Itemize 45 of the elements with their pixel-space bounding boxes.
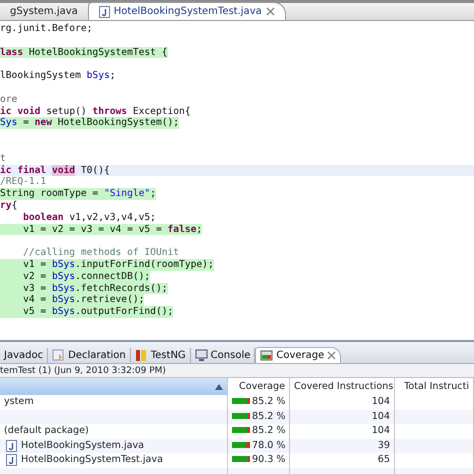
session-label: temTest (1) (Jun 9, 2010 3:32:09 PM) xyxy=(0,364,474,378)
console-icon xyxy=(194,349,208,362)
code-line: ic void setup() throws Exception{ xyxy=(0,106,191,118)
coverage-bar xyxy=(232,427,250,434)
coverage-value: 90.3 % xyxy=(252,454,286,465)
coverage-bar xyxy=(232,412,250,419)
view-tab[interactable]: TestNG xyxy=(130,348,191,363)
view-tab[interactable]: Declaration xyxy=(48,348,131,363)
code-line: rg.junit.Before; xyxy=(0,23,92,35)
code-line: ic final void T0(){ xyxy=(0,164,110,176)
coverage-bar xyxy=(232,442,250,448)
covered-count: 104 xyxy=(372,396,390,407)
view-tab[interactable]: Coverage xyxy=(255,347,342,363)
tree-label: (default package) xyxy=(4,424,89,438)
covered-count: 65 xyxy=(378,454,390,465)
code-line: ore xyxy=(0,94,18,106)
close-icon[interactable] xyxy=(266,7,275,16)
tree-label: HotelBookingSystem.java xyxy=(21,438,144,452)
code-line: lBookingSystem bSys; xyxy=(0,70,116,82)
tree-label: ystem xyxy=(4,395,34,409)
coverage-value: 85.2 % xyxy=(252,410,286,422)
covered-count: 39 xyxy=(378,440,390,450)
declaration-icon xyxy=(52,349,66,362)
table-row[interactable]: HotelBookingSystem.java 78.0 % 39 xyxy=(0,438,474,453)
covered-count: 104 xyxy=(372,410,390,422)
tree-label: HotelBookingSystemTest.java xyxy=(21,453,163,467)
close-icon[interactable] xyxy=(327,351,336,360)
code-line: //calling methods of IOUnit xyxy=(22,247,180,259)
testng-icon xyxy=(134,349,148,362)
editor-tab[interactable]: HotelBookingSystemTest.java xyxy=(88,2,286,20)
code-line: ry{ xyxy=(0,200,18,212)
covered-count: 104 xyxy=(372,425,390,436)
editor-tab[interactable]: gSystem.java xyxy=(0,2,88,20)
code-line: t xyxy=(0,152,6,165)
view-tab[interactable]: Javadoc xyxy=(0,348,48,363)
coverage-value: 85.2 % xyxy=(252,396,286,407)
coverage-icon xyxy=(260,349,274,362)
table-row[interactable]: 85.2 % 104 xyxy=(0,410,474,424)
coverage-value: 78.0 % xyxy=(252,440,286,450)
coverage-value: 85.2 % xyxy=(252,425,286,436)
view-tab[interactable]: Console xyxy=(190,348,256,363)
code-line: boolean v1,v2,v3,v4,v5; xyxy=(22,212,156,224)
coverage-bar xyxy=(232,456,250,462)
coverage-bar xyxy=(232,398,250,404)
code-line: /REQ-1.1 xyxy=(0,176,46,188)
